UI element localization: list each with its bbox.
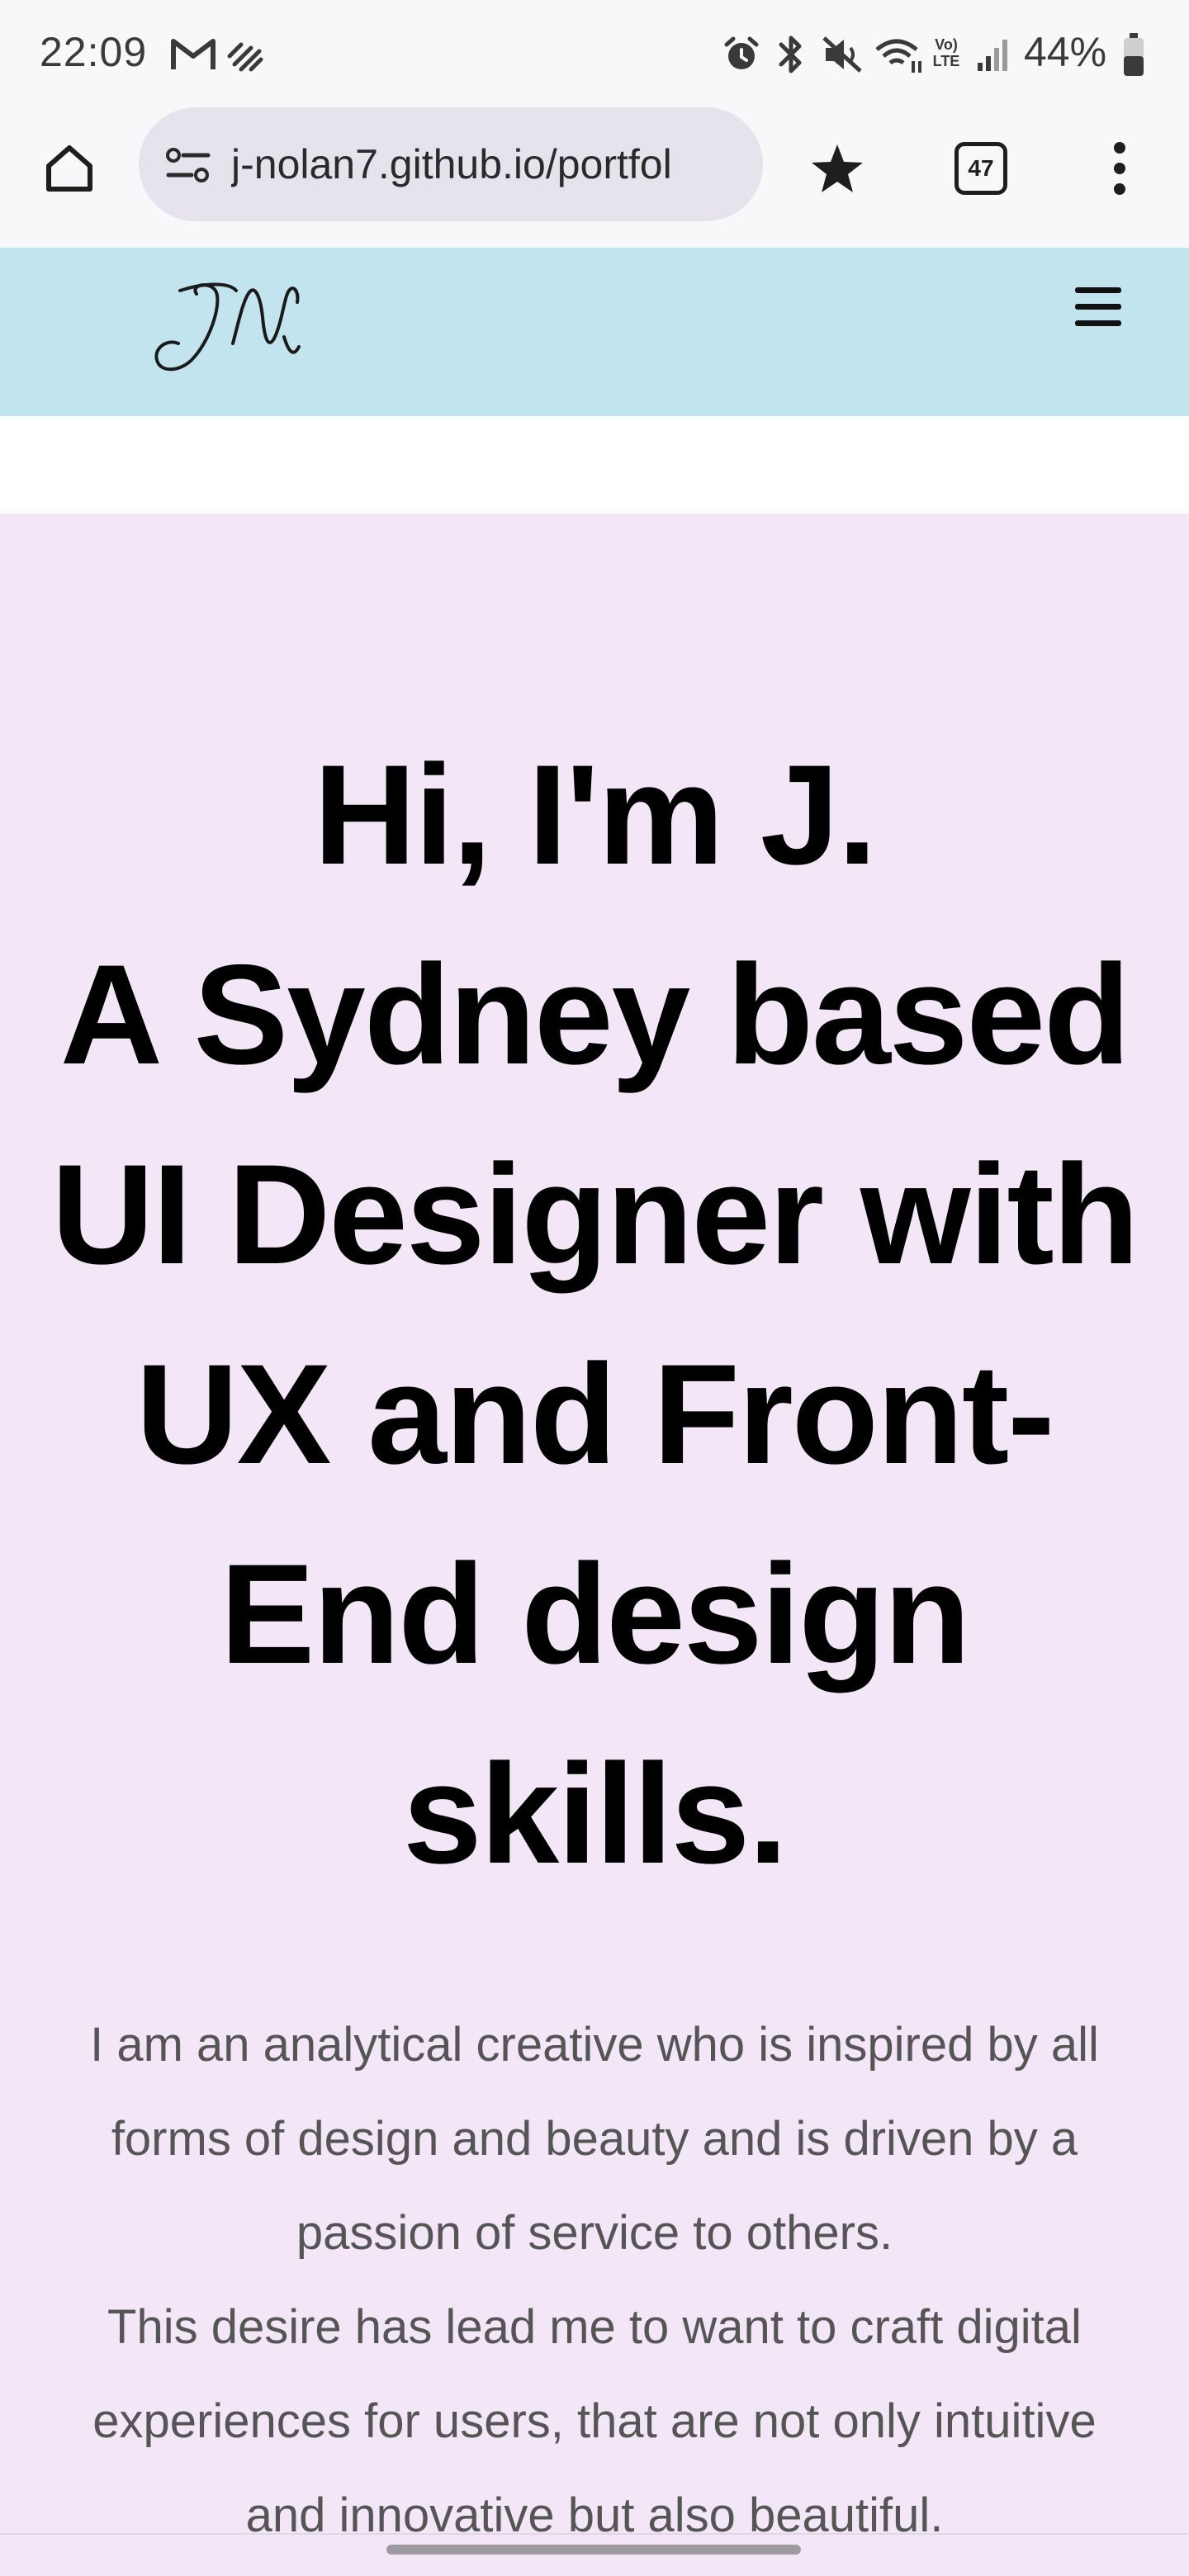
- header-spacer: [0, 416, 1189, 514]
- home-icon: [46, 145, 92, 192]
- intro-line: forms of design and beauty and is driven…: [111, 2112, 1078, 2166]
- gmail-icon: [171, 39, 216, 69]
- tabs-icon: 47: [955, 142, 1007, 195]
- signal-activity-icon: [227, 42, 263, 72]
- intro-line: passion of service to others.: [296, 2206, 893, 2260]
- status-time: 22:09: [40, 29, 148, 75]
- wifi-icon: [875, 39, 921, 73]
- battery-percent: 44%: [1024, 29, 1107, 75]
- hamburger-menu-icon[interactable]: [1070, 279, 1126, 335]
- intro-line: I am an analytical creative who is inspi…: [90, 2018, 1099, 2072]
- cell-signal-icon: [978, 40, 1007, 71]
- alarm-icon: [724, 36, 759, 69]
- home-button[interactable]: [33, 132, 106, 205]
- more-vert-icon: [1114, 142, 1125, 195]
- hero-heading-line: UX and Front-: [135, 1335, 1055, 1494]
- url-text: j-nolan7.github.io/portfol: [231, 141, 672, 187]
- hero-heading: Hi, I'm J. A Sydney based UI Designer wi…: [50, 715, 1139, 1914]
- hero-heading-line: A Sydney based: [59, 935, 1130, 1094]
- bookmark-star-icon: [812, 144, 863, 192]
- mute-icon: [822, 36, 862, 73]
- hero-section: Hi, I'm J. A Sydney based UI Designer wi…: [0, 514, 1189, 2576]
- jn-logo[interactable]: [147, 268, 304, 383]
- site-header: [0, 248, 1189, 416]
- hero-heading-line: End design: [220, 1535, 971, 1693]
- gesture-navigation-bar[interactable]: [386, 2545, 801, 2555]
- tabs-button[interactable]: 47: [923, 116, 1039, 215]
- volte-icon: Vo) LTE: [932, 36, 960, 69]
- address-bar[interactable]: j-nolan7.github.io/portfol: [139, 107, 763, 221]
- intro-line: This desire has lead me to want to craft…: [107, 2300, 1082, 2354]
- hero-heading-line: skills.: [402, 1735, 788, 1893]
- hero-heading-line: Hi, I'm J.: [313, 736, 877, 894]
- page-bottom-divider: [0, 2533, 1189, 2535]
- intro-paragraph: I am an analytical creative who is inspi…: [50, 1998, 1139, 2563]
- site-settings-icon[interactable]: [163, 144, 213, 187]
- intro-line: experiences for users, that are not only…: [92, 2394, 1097, 2448]
- battery-icon: [1124, 33, 1144, 76]
- bookmark-button[interactable]: [801, 132, 874, 205]
- more-menu-button[interactable]: [1090, 132, 1149, 205]
- hero-heading-line: UI Designer with: [51, 1135, 1139, 1294]
- browser-toolbar: j-nolan7.github.io/portfol 47: [0, 107, 1189, 248]
- status-bar: 22:09 Vo) LTE 44%: [0, 0, 1189, 107]
- bluetooth-icon: [779, 36, 802, 73]
